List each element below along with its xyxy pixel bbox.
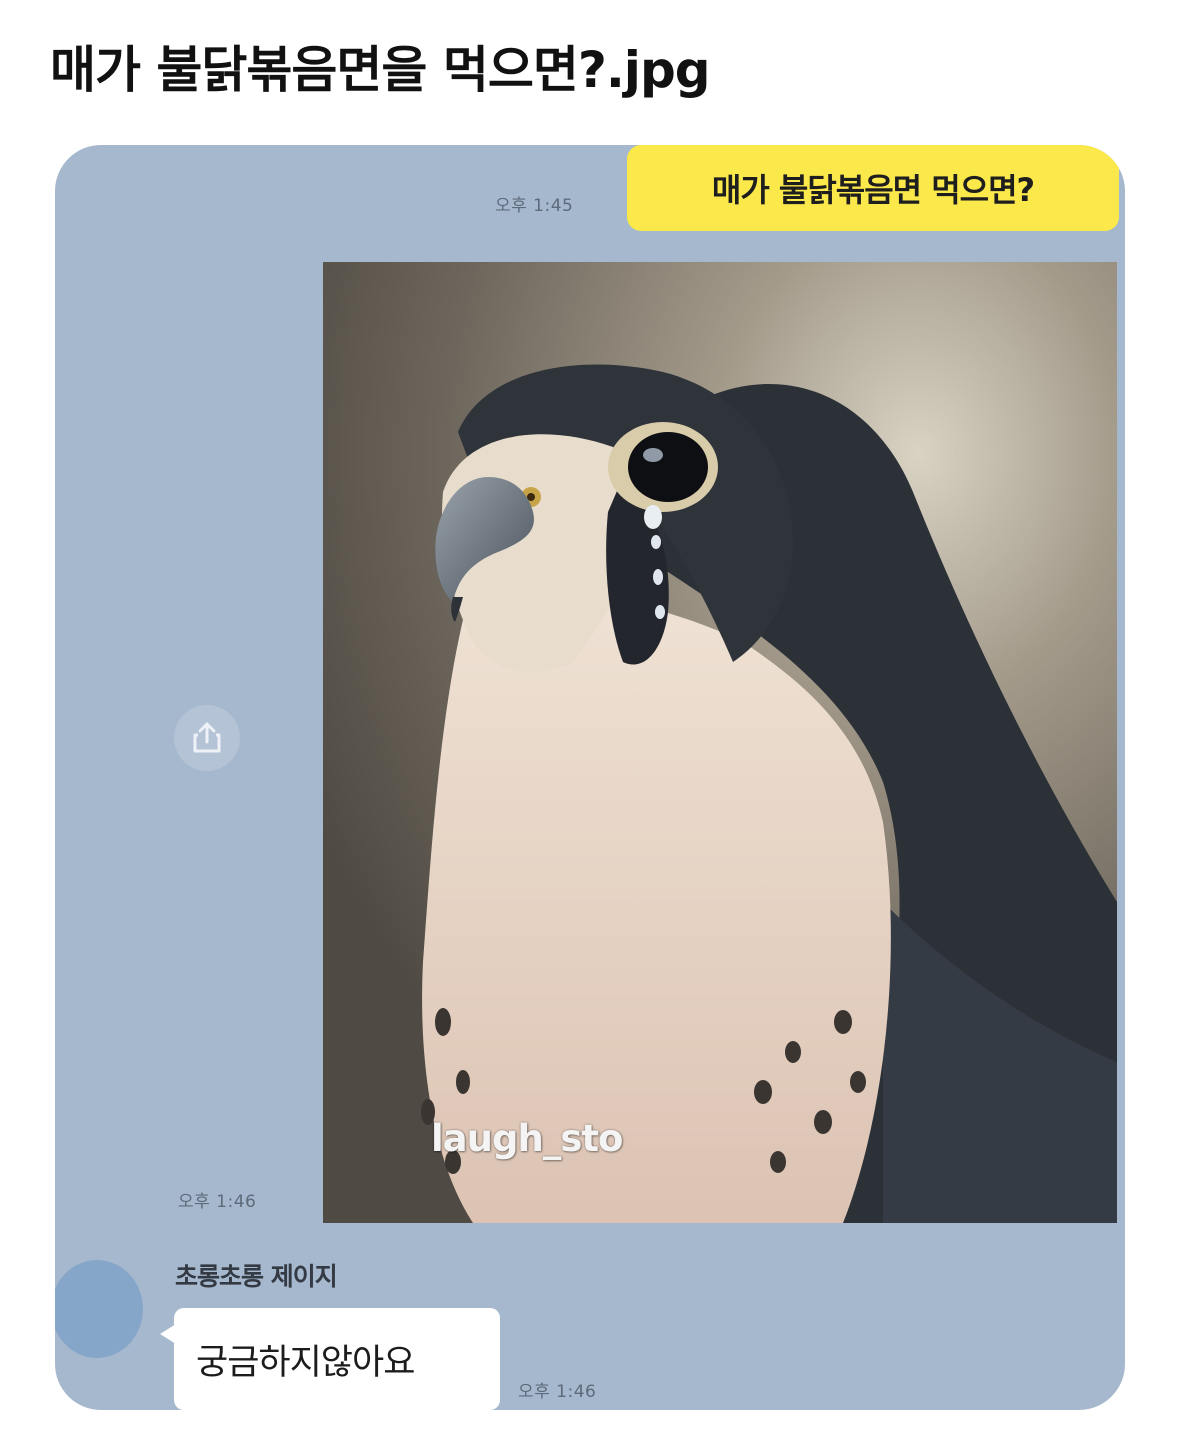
photo-message-time: 오후 1:46 [178, 1192, 257, 1212]
outgoing-message-text: 매가 불닭볶음면 먹으면? [711, 171, 1035, 209]
avatar[interactable] [55, 1260, 143, 1358]
incoming-message-time: 오후 1:46 [518, 1382, 597, 1402]
post-title: 매가 불닭볶음면을 먹으면?.jpg [50, 41, 711, 99]
watermark: laugh_sto [431, 1117, 623, 1160]
chat-screenshot: 매가 불닭볶음면 먹으면? 오후 1:45 laugh_sto 오후 1:46 … [55, 145, 1125, 1410]
share-button[interactable] [174, 705, 240, 771]
share-icon [193, 722, 221, 753]
outgoing-message-bubble[interactable]: 매가 불닭볶음면 먹으면? [627, 145, 1119, 231]
sender-name: 초롱초롱 제이지 [175, 1262, 338, 1291]
incoming-message-bubble[interactable]: 궁금하지않아요 [160, 1308, 500, 1410]
outgoing-message-time: 오후 1:45 [495, 196, 574, 216]
falcon-illustration [323, 262, 1117, 1223]
incoming-message-text: 궁금하지않아요 [196, 1342, 415, 1383]
falcon-photo[interactable]: laugh_sto [323, 262, 1117, 1223]
